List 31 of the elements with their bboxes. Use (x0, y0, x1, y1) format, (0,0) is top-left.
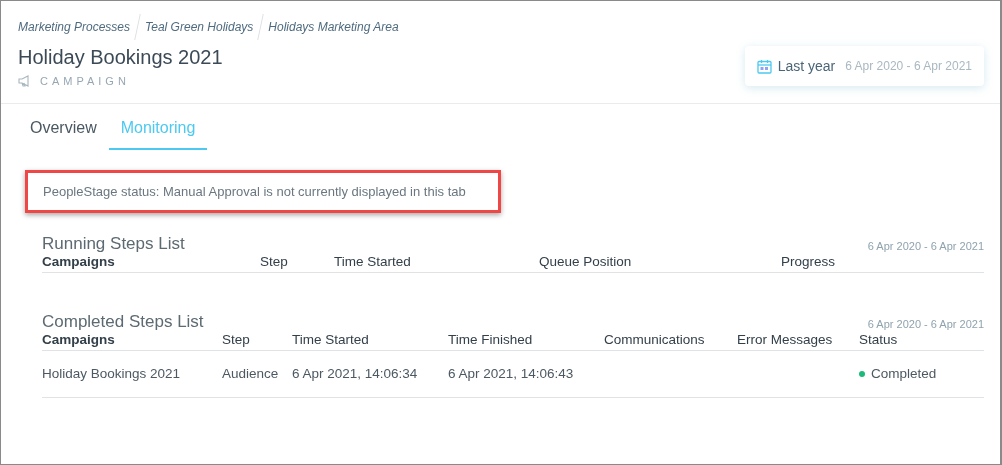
date-range: 6 Apr 2020 - 6 Apr 2021 (867, 239, 984, 254)
column-header: Queue Position (539, 253, 633, 270)
section-title: Running Steps List (42, 235, 185, 253)
breadcrumb-link[interactable]: Teal Green Holidays (145, 18, 254, 36)
column-header: Time Started (334, 253, 412, 270)
section-title: Completed Steps List (42, 313, 204, 331)
table-cell-text: Audience (222, 364, 280, 383)
tab[interactable]: Overview (18, 104, 109, 150)
calendar-icon (756, 58, 772, 74)
megaphone-icon (18, 75, 32, 87)
column-header: Campaigns (42, 253, 116, 270)
table-cell-text: 6 Apr 2021, 14:06:43 (448, 364, 575, 383)
column-header: Campaigns (42, 331, 116, 348)
column-header: Status (859, 331, 899, 348)
status-text: Completed (871, 365, 937, 381)
column-header: Error Messages (737, 331, 834, 348)
column-header: Progress (781, 253, 837, 270)
record-type: CAMPAIGN (40, 74, 130, 88)
breadcrumb-link[interactable]: Holidays Marketing Area (268, 18, 399, 36)
breadcrumb-link[interactable]: Marketing Processes (18, 18, 131, 36)
page-title: Holiday Bookings 2021 (18, 45, 224, 70)
column-header: Time Finished (448, 331, 534, 348)
table-cell-text: 6 Apr 2021, 14:06:34 (292, 364, 419, 383)
date-range: 6 Apr 2020 - 6 Apr 2021 (867, 317, 984, 332)
column-header: Time Started (292, 331, 370, 348)
column-header: Step (260, 253, 289, 270)
column-header: Step (222, 331, 251, 348)
table-cell-text: Holiday Bookings 2021 (42, 364, 182, 383)
status-notice: PeopleStage status: Manual Approval is not currently displayed in this tab (25, 170, 501, 213)
date-filter-button[interactable]: Last year 6 Apr 2020 - 6 Apr 2021 (744, 46, 984, 86)
column-header: Communications (604, 331, 706, 348)
